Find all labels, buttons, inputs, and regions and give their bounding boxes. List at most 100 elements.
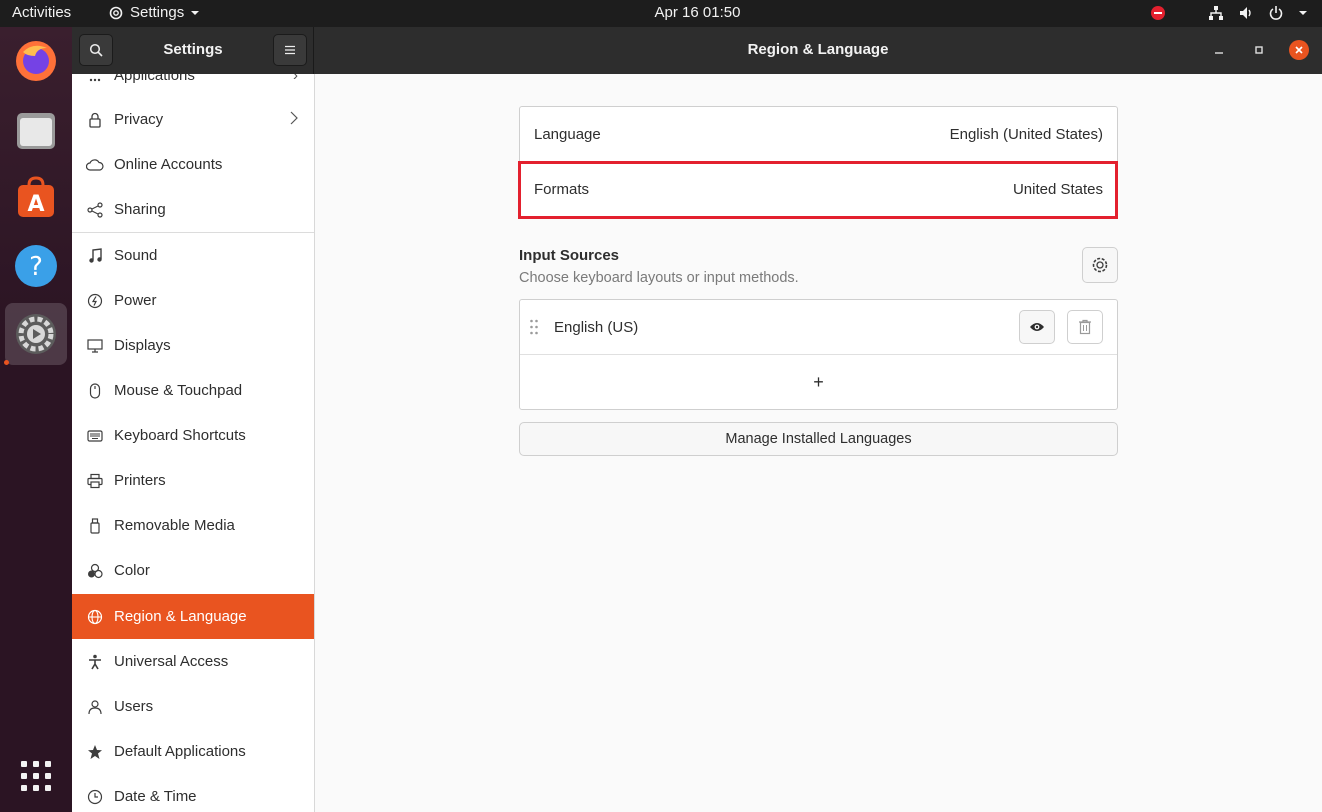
svg-text:A: A [27, 192, 44, 217]
cloud-icon [86, 156, 104, 174]
show-apps-icon [21, 761, 51, 791]
sidebar-item-label: Power [114, 292, 157, 309]
sidebar-item-label: Applications [114, 74, 195, 84]
sidebar-item-label: Online Accounts [114, 156, 223, 173]
dock-show-applications[interactable] [5, 745, 67, 807]
sidebar-item-applications[interactable]: Applications › [72, 74, 314, 98]
sidebar-item-users[interactable]: Users [72, 684, 314, 729]
primary-menu-button[interactable] [273, 34, 307, 66]
sidebar-item-keyboard-shortcuts[interactable]: Keyboard Shortcuts [72, 413, 314, 458]
sidebar-item-removable-media[interactable]: Removable Media [72, 503, 314, 548]
sidebar-item-printers[interactable]: Printers [72, 458, 314, 503]
firefox-icon [16, 41, 56, 81]
input-source-row[interactable]: English (US) [520, 300, 1117, 354]
sidebar-item-online-accounts[interactable]: Online Accounts [72, 142, 314, 187]
sidebar-item-label: Privacy [114, 111, 164, 128]
power-menu-icon[interactable] [1268, 5, 1284, 21]
sidebar-item-region-language[interactable]: Region & Language [72, 594, 314, 639]
clock-icon [86, 788, 104, 806]
formats-label: Formats [534, 180, 590, 198]
page-title: Region & Language [747, 41, 889, 58]
sidebar-item-label: Color [114, 562, 150, 579]
dock-software[interactable]: A [5, 167, 67, 229]
accessibility-icon [86, 653, 104, 671]
sidebar-item-mouse-touchpad[interactable]: Mouse & Touchpad [72, 368, 314, 413]
manage-installed-languages-button[interactable]: Manage Installed Languages [519, 422, 1118, 456]
applications-icon [86, 74, 104, 85]
chevron-right-icon: › [293, 74, 298, 84]
sidebar-item-label: Mouse & Touchpad [114, 382, 243, 399]
do-not-disturb-icon[interactable] [1150, 5, 1166, 21]
sidebar-item-label: Sound [114, 247, 158, 264]
sidebar-item-sound[interactable]: Sound [72, 233, 314, 278]
dock-files[interactable] [5, 99, 67, 161]
sidebar-item-power[interactable]: Power [72, 278, 314, 323]
dock-settings[interactable] [5, 303, 67, 365]
sidebar-item-label: Displays [114, 337, 171, 354]
gear-icon [1092, 257, 1108, 273]
clock[interactable]: Apr 16 01:50 [0, 4, 1322, 21]
preview-layout-button[interactable] [1019, 310, 1055, 344]
star-icon [86, 743, 104, 761]
power-icon [86, 292, 104, 310]
minimize-button[interactable] [1209, 40, 1229, 60]
help-icon: ? [15, 245, 57, 287]
sidebar-item-sharing[interactable]: Sharing [72, 187, 314, 232]
sidebar-item-label: Region & Language [114, 608, 247, 625]
eye-icon [1030, 323, 1044, 331]
sidebar-item-label: Users [114, 698, 154, 715]
volume-icon[interactable] [1238, 5, 1254, 21]
network-icon[interactable] [1208, 5, 1224, 21]
sidebar-item-displays[interactable]: Displays [72, 323, 314, 368]
language-label: Language [534, 125, 601, 143]
close-button[interactable] [1289, 40, 1309, 60]
region-language-panel: Language English (United States) Formats… [315, 74, 1322, 812]
share-icon [86, 201, 104, 219]
formats-value: United States [1012, 180, 1103, 198]
display-icon [86, 337, 104, 355]
sidebar-item-date-time[interactable]: Date & Time [72, 774, 314, 812]
remove-input-source-button[interactable] [1067, 310, 1103, 344]
input-source-name: English (US) [554, 318, 639, 336]
sidebar-header: Settings [72, 27, 314, 74]
system-tray[interactable] [1150, 5, 1308, 21]
printer-icon [86, 472, 104, 490]
header-bar: Settings Region & Language [72, 27, 1322, 74]
close-icon [1295, 46, 1303, 54]
minimize-icon [1215, 52, 1223, 54]
globe-icon [86, 608, 104, 626]
sidebar-item-label: Keyboard Shortcuts [114, 427, 246, 444]
sidebar-item-label: Sharing [114, 201, 166, 218]
input-sources-title: Input Sources [519, 247, 620, 264]
add-icon: + [813, 371, 824, 392]
usb-icon [86, 517, 104, 535]
dock-help[interactable]: ? [5, 235, 67, 297]
users-icon [86, 698, 104, 716]
sidebar-item-label: Date & Time [114, 788, 197, 805]
language-row[interactable]: Language English (United States) [520, 107, 1117, 161]
running-indicator [4, 360, 9, 365]
add-input-source-button[interactable]: + [520, 355, 1117, 409]
sidebar-item-label: Universal Access [114, 653, 229, 670]
caret-down-icon[interactable] [1298, 8, 1308, 18]
color-icon [86, 562, 104, 580]
files-icon [17, 113, 55, 149]
sidebar-item-default-applications[interactable]: Default Applications [72, 729, 314, 774]
hamburger-menu-icon [285, 45, 295, 55]
top-bar: Activities Settings Apr 16 01:50 [0, 0, 1322, 27]
input-sources-subtitle: Choose keyboard layouts or input methods… [519, 270, 799, 286]
drag-handle-icon[interactable] [529, 319, 539, 339]
dock: A ? [0, 27, 72, 812]
svg-text:?: ? [29, 252, 43, 282]
settings-icon [16, 314, 56, 354]
maximize-button[interactable] [1249, 40, 1269, 60]
sidebar-item-label: Removable Media [114, 517, 235, 534]
sidebar-item-universal-access[interactable]: Universal Access [72, 639, 314, 684]
sidebar-item-privacy[interactable]: Privacy [72, 97, 314, 142]
maximize-icon [1255, 46, 1263, 54]
formats-row[interactable]: Formats United States [520, 162, 1117, 216]
music-note-icon [86, 247, 104, 265]
input-source-options-button[interactable] [1082, 247, 1118, 283]
dock-firefox[interactable] [5, 30, 67, 92]
sidebar-item-color[interactable]: Color [72, 548, 314, 593]
